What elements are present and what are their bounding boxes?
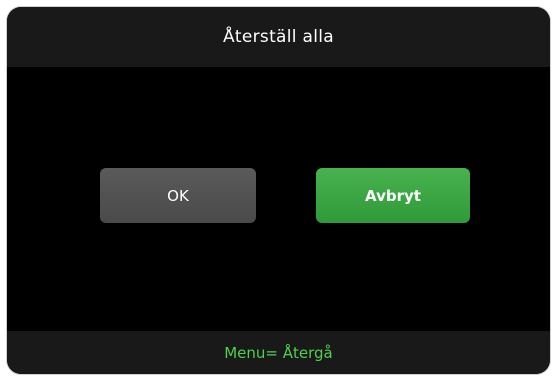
- title-bar: Återställ alla: [7, 7, 550, 67]
- dialog-frame: Återställ alla OK Avbryt Menu= Återgå: [0, 0, 556, 381]
- ok-button[interactable]: OK: [100, 168, 256, 223]
- dialog-content: OK Avbryt: [7, 67, 550, 331]
- footer-bar: Menu= Återgå: [7, 331, 550, 374]
- cancel-button-label: Avbryt: [365, 186, 421, 205]
- reset-all-dialog: Återställ alla OK Avbryt Menu= Återgå: [7, 7, 550, 374]
- menu-back-hint: Menu= Återgå: [224, 343, 333, 362]
- ok-button-label: OK: [167, 186, 189, 205]
- dialog-title: Återställ alla: [222, 27, 334, 47]
- cancel-button[interactable]: Avbryt: [316, 168, 470, 223]
